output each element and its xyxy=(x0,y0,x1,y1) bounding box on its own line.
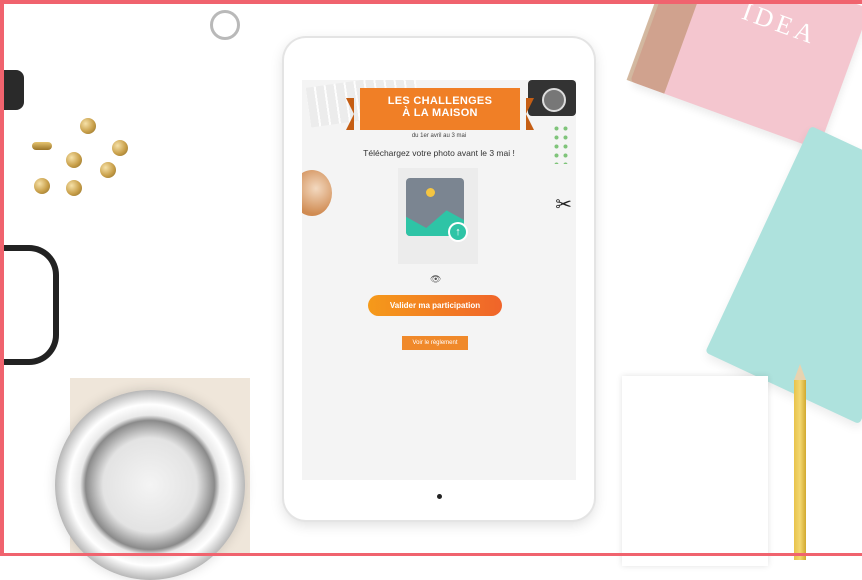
plant-photo xyxy=(552,124,570,164)
note-paper xyxy=(622,376,768,566)
notebook-text: IDEA xyxy=(738,0,822,51)
binder-ring xyxy=(210,10,240,40)
photo-upload-area[interactable]: ↑ xyxy=(398,168,478,264)
upload-instruction: Téléchargez votre photo avant le 3 mai ! xyxy=(363,148,515,158)
push-pin xyxy=(100,162,116,178)
tablet-device: ✂ LES CHALLENGES À LA MAISON du 1er avri… xyxy=(284,38,594,520)
banner-line-1: LES CHALLENGES xyxy=(387,95,493,107)
challenge-dates: du 1er avril au 3 mai xyxy=(411,133,467,139)
tablet-screen: ✂ LES CHALLENGES À LA MAISON du 1er avri… xyxy=(302,80,576,480)
banner-line-2: À LA MAISON xyxy=(402,107,478,119)
upload-arrow-icon: ↑ xyxy=(448,222,468,242)
spoon-icon: ✂ xyxy=(555,194,572,216)
push-pin xyxy=(66,152,82,168)
rules-link-button[interactable]: Voir le règlement xyxy=(402,336,468,350)
push-pin xyxy=(32,142,52,150)
push-pin xyxy=(34,178,50,194)
home-button[interactable] xyxy=(437,494,442,499)
submit-participation-button[interactable]: Valider ma participation xyxy=(368,295,502,316)
coffee-photo xyxy=(302,170,332,216)
challenge-banner: LES CHALLENGES À LA MAISON xyxy=(346,88,534,130)
scissors-handle xyxy=(4,70,24,110)
pink-notebook: IDEA xyxy=(626,0,862,150)
push-pin xyxy=(80,118,96,134)
push-pin xyxy=(66,180,82,196)
camera-photo xyxy=(528,80,576,116)
eyeglasses xyxy=(4,245,59,365)
pencil xyxy=(794,364,806,560)
eye-icon[interactable]: 👁 xyxy=(430,274,441,285)
push-pin xyxy=(112,140,128,156)
water-glass xyxy=(55,390,245,580)
